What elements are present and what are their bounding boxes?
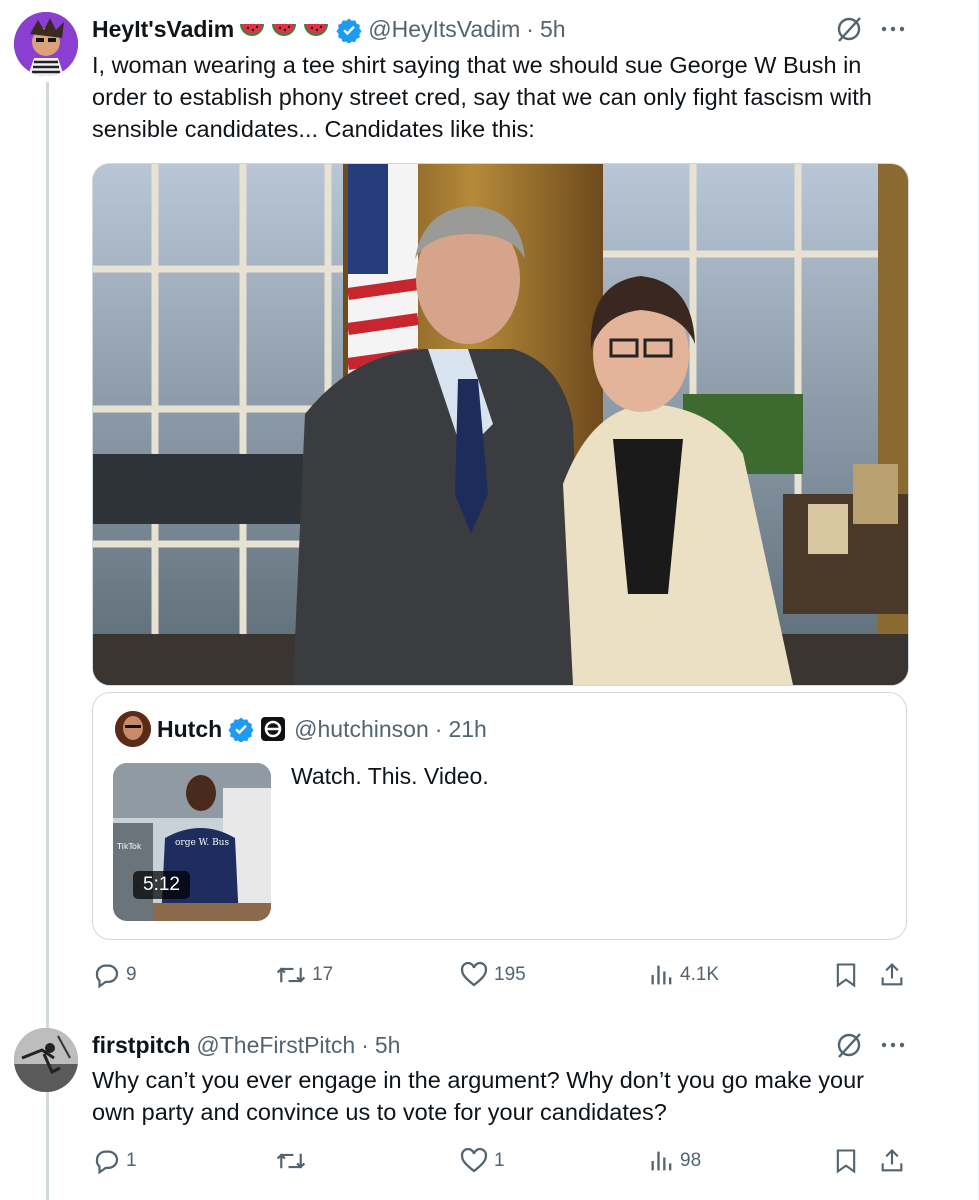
views-button[interactable]: 98 [648,1146,701,1176]
more-icon[interactable] [878,1030,908,1060]
reply-icon [95,964,119,989]
reply-count: 1 [126,1150,137,1171]
reply-icon [95,1150,119,1175]
watermelon-icon [304,23,329,36]
share-button[interactable] [878,1146,906,1176]
tweet-header: firstpitch @TheFirstPitch · 5h [92,1032,400,1059]
share-icon [881,1149,903,1172]
avatar[interactable] [14,1028,78,1092]
thumbnail-caption: orge W. Bus [175,838,229,848]
reply-button[interactable]: 1 [92,1146,137,1176]
reply-count: 9 [126,964,137,985]
author-handle[interactable]: @HeyItsVadim [368,16,520,43]
separator-dot: · [361,1032,369,1058]
bookmark-icon [836,1149,856,1174]
quoted-timestamp[interactable]: 21h [448,716,486,743]
tweet-photo[interactable] [92,163,909,686]
tweet-text-line: sensible candidates... Candidates like t… [92,116,535,142]
tweet-text: Why can’t you ever engage in the argumen… [92,1064,864,1128]
verified-icon [336,18,362,43]
like-button[interactable]: 195 [458,960,526,990]
tweet-text-line: Why can’t you ever engage in the argumen… [92,1067,865,1093]
grok-icon[interactable] [834,14,864,44]
views-count: 98 [680,1150,702,1171]
tweet-text-line: order to establish phony street cred, sa… [92,84,872,110]
share-icon [881,963,903,986]
share-button[interactable] [878,960,906,990]
tweet-actions: 1 1 98 [92,1146,912,1180]
tweet-header-actions [834,14,908,44]
quoted-tweet-header: Hutch @hutchinson · 21h [115,711,487,747]
views-count: 4.1K [680,964,720,985]
timestamp[interactable]: 5h [540,16,566,43]
verified-icon [228,717,254,742]
avatar[interactable] [14,12,78,76]
quoted-author-name[interactable]: Hutch [157,716,222,743]
like-count: 1 [494,1150,505,1171]
views-button[interactable]: 4.1K [648,960,719,990]
reply-button[interactable]: 9 [92,960,137,990]
author-name[interactable]: HeyIt'sVadim [92,16,234,43]
tweet-text: I, woman wearing a tee shirt saying that… [92,49,872,145]
author-handle[interactable]: @TheFirstPitch [196,1032,355,1059]
quoted-video-thumbnail[interactable]: orge W. Bus TikTok 5:12 [113,763,271,921]
watermelon-icon [240,23,265,36]
grok-icon[interactable] [834,1030,864,1060]
tweet-header-actions [834,1030,908,1060]
author-name[interactable]: firstpitch [92,1032,190,1059]
tweet-text-line: own party and convince us to vote for yo… [92,1099,667,1125]
repost-button[interactable] [274,1146,312,1176]
repost-count: 17 [312,964,334,985]
like-count: 195 [494,964,526,985]
views-icon [651,965,672,985]
quoted-avatar[interactable] [115,711,151,747]
quoted-author-handle[interactable]: @hutchinson [294,716,429,743]
affiliation-badge-icon [261,717,286,741]
like-button[interactable]: 1 [458,1146,505,1176]
like-icon [460,961,488,987]
tweet-header: HeyIt'sVadim @HeyItsVadim · 5h [92,16,566,43]
bookmark-button[interactable] [832,1146,860,1176]
quoted-tweet-text: Watch. This. Video. [291,763,489,789]
bookmark-button[interactable] [832,960,860,990]
tiktok-watermark: TikTok [116,842,142,851]
repost-icon [276,1153,306,1169]
like-icon [460,1147,488,1173]
more-icon[interactable] [878,14,908,44]
separator-dot: · [526,16,534,42]
repost-button[interactable]: 17 [274,960,333,990]
separator-dot: · [434,715,443,742]
quoted-tweet[interactable]: Hutch @hutchinson · 21h orge W. Bus TikT… [92,692,907,940]
timestamp[interactable]: 5h [375,1032,401,1059]
bookmark-icon [836,963,856,988]
repost-icon [276,967,306,983]
views-icon [651,1151,672,1171]
video-duration: 5:12 [133,871,190,899]
tweet-text-line: I, woman wearing a tee shirt saying that… [92,52,862,78]
tweet-actions: 9 17 195 4.1K [92,960,912,994]
watermelon-icon [272,23,297,36]
